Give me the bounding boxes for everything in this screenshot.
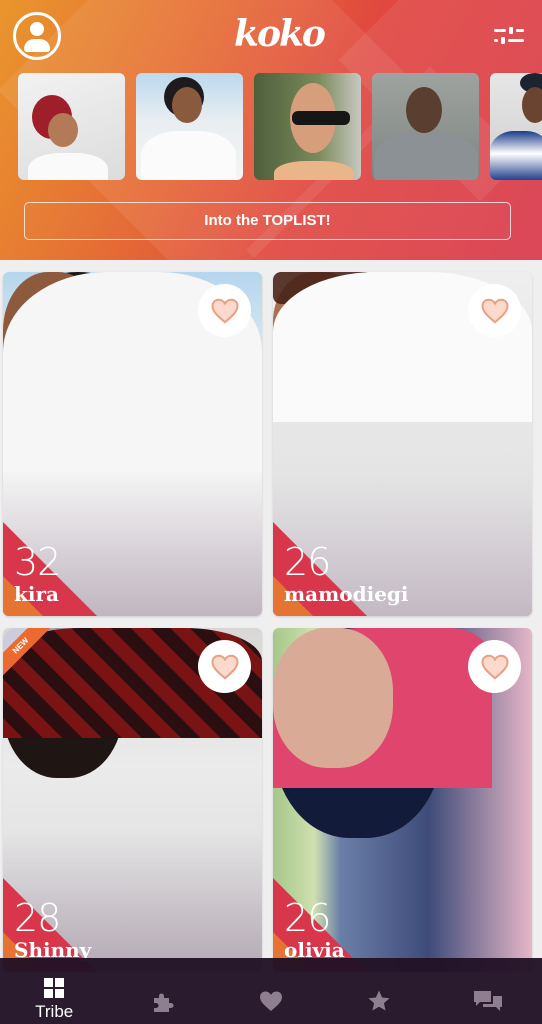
chat-icon	[473, 991, 502, 1011]
story-sunglasses	[292, 111, 350, 125]
nav-messages[interactable]	[434, 958, 542, 1024]
slider-knob	[509, 27, 513, 34]
avatar-head	[30, 22, 44, 36]
grid-icon	[44, 978, 65, 998]
puzzle-icon	[153, 993, 174, 1012]
slider-line	[494, 39, 498, 42]
slider-line	[516, 29, 524, 32]
story-face	[48, 113, 78, 147]
stories-strip	[18, 73, 542, 181]
profile-age: 32	[14, 540, 61, 584]
story-torso	[28, 153, 108, 180]
slider-knob	[501, 37, 505, 44]
story-thumbnail[interactable]	[18, 73, 125, 180]
heart-icon	[260, 991, 283, 1011]
nav-likes[interactable]	[217, 958, 325, 1024]
story-torso	[374, 133, 478, 180]
heart-icon	[480, 654, 509, 680]
profile-age: 28	[14, 896, 61, 940]
heart-icon	[210, 654, 239, 680]
nav-tribe[interactable]: Tribe	[0, 958, 108, 1024]
photo-chest	[273, 628, 393, 768]
nav-label: Tribe	[35, 1002, 74, 1021]
slider-line	[494, 29, 506, 32]
toplist-button[interactable]: Into the TOPLIST!	[24, 202, 511, 240]
like-button[interactable]	[468, 284, 521, 337]
profile-age: 26	[284, 540, 331, 584]
story-torso	[141, 131, 236, 180]
story-face	[522, 87, 542, 123]
story-thumbnail[interactable]	[372, 73, 479, 180]
bottom-nav: Tribe	[0, 958, 542, 1024]
story-face	[406, 87, 442, 133]
avatar-body	[24, 39, 50, 52]
star-icon	[368, 990, 390, 1011]
story-thumbnail[interactable]	[490, 73, 542, 180]
profile-card[interactable]: NEW 28 Shinny	[3, 628, 262, 972]
profile-name: kira	[14, 582, 59, 606]
profile-name: mamodiegi	[284, 582, 409, 606]
slider-line	[508, 39, 524, 42]
heart-icon	[480, 298, 509, 324]
top-bar: koko	[0, 0, 542, 70]
like-button[interactable]	[198, 284, 251, 337]
profile-card[interactable]: 32 kira	[3, 272, 262, 616]
heart-icon	[210, 298, 239, 324]
profile-card[interactable]: 26 olivia	[273, 628, 532, 972]
story-thumbnail[interactable]	[136, 73, 243, 180]
profile-age: 26	[284, 896, 331, 940]
app-logo: koko	[234, 13, 326, 55]
like-button[interactable]	[198, 640, 251, 693]
nav-games[interactable]	[108, 958, 216, 1024]
user-circle-icon[interactable]	[13, 12, 61, 60]
nav-favorites[interactable]	[325, 958, 433, 1024]
story-torso	[274, 161, 354, 180]
story-torso	[490, 131, 542, 180]
header: koko Into the TOPLIST!	[0, 0, 542, 260]
like-button[interactable]	[468, 640, 521, 693]
story-thumbnail[interactable]	[254, 73, 361, 180]
profile-card[interactable]: 26 mamodiegi	[273, 272, 532, 616]
sliders-icon[interactable]	[494, 24, 524, 48]
story-face	[172, 87, 202, 123]
